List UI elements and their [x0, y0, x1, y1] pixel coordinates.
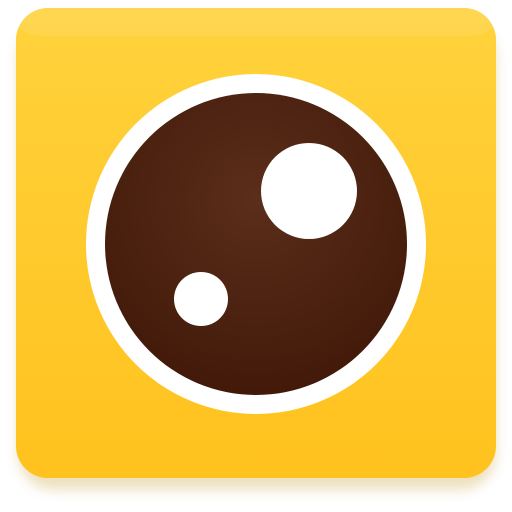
- lens-highlight-large: [261, 143, 357, 239]
- app-icon-stage: [0, 0, 512, 512]
- app-icon[interactable]: [0, 0, 512, 512]
- tile-gloss: [16, 8, 496, 36]
- lens-highlight-small: [174, 272, 228, 326]
- lens-body: [105, 93, 407, 395]
